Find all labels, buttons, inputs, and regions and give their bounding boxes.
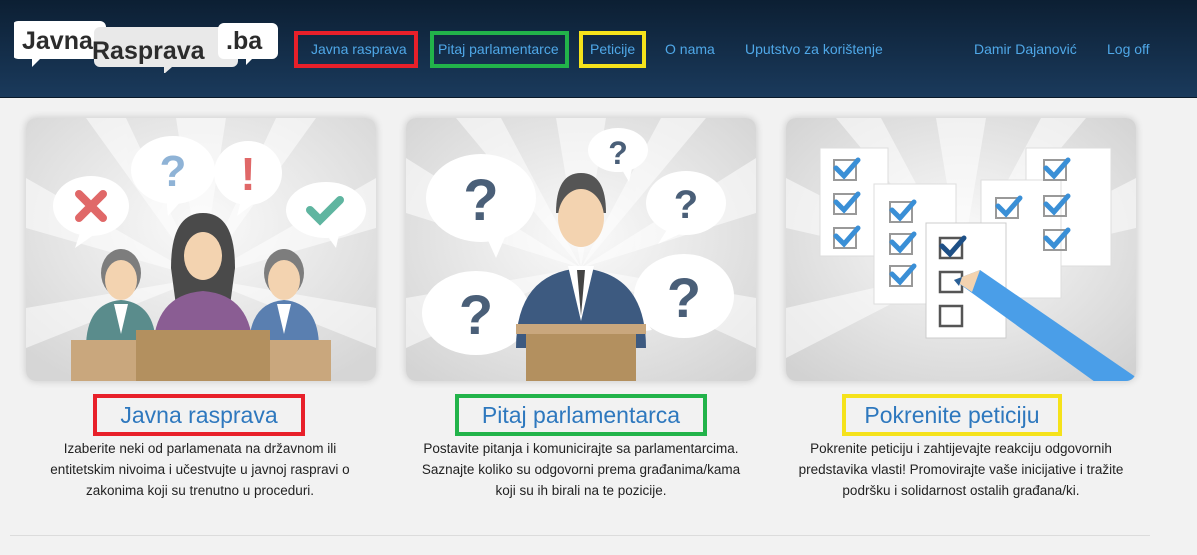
card-title-javna-rasprava[interactable]: Javna rasprava [93, 398, 305, 438]
pitaj-parlamentarca-illustration[interactable]: ? ? ? ? ? [406, 118, 756, 381]
podium [516, 324, 646, 381]
card-description-pitaj-parlamentarca: Postavite pitanja i komunicirajte sa par… [421, 441, 741, 498]
svg-text:?: ? [608, 135, 628, 171]
card-description-javna-rasprava: Izaberite neki od parlamenata na državno… [50, 441, 350, 498]
highlight-box-red [294, 31, 418, 68]
highlight-box-green [430, 31, 569, 68]
logo-word-javna: Javna [22, 27, 94, 55]
highlight-box-yellow [579, 31, 646, 68]
svg-text:?: ? [463, 168, 498, 233]
card-title-pitaj-parlamentarca[interactable]: Pitaj parlamentarca [455, 398, 707, 438]
site-logo[interactable]: Javna Rasprava .ba [14, 17, 278, 73]
svg-text:?: ? [674, 183, 698, 227]
nav-link-o-nama[interactable]: O nama [665, 38, 715, 60]
footer-divider [10, 535, 1150, 536]
svg-text:!: ! [240, 148, 255, 200]
svg-text:?: ? [667, 266, 701, 329]
nav-link-uputstvo[interactable]: Uputstvo za korištenje [745, 38, 883, 60]
javna-rasprava-illustration[interactable]: ? ! [26, 118, 376, 381]
nav-user-link[interactable]: Damir Dajanović [974, 38, 1077, 60]
svg-text:?: ? [160, 147, 187, 196]
card-title-pokrenite-peticiju[interactable]: Pokrenite peticiju [842, 398, 1062, 438]
nav-logout-link[interactable]: Log off [1107, 38, 1150, 60]
card-description-pokrenite-peticiju: Pokrenite peticiju i zahtijevajte reakci… [798, 441, 1124, 498]
svg-text:?: ? [459, 283, 493, 346]
logo-word-ba: .ba [226, 27, 263, 55]
logo-word-rasprava: Rasprava [92, 37, 206, 65]
pokrenite-peticiju-illustration[interactable] [786, 118, 1136, 381]
